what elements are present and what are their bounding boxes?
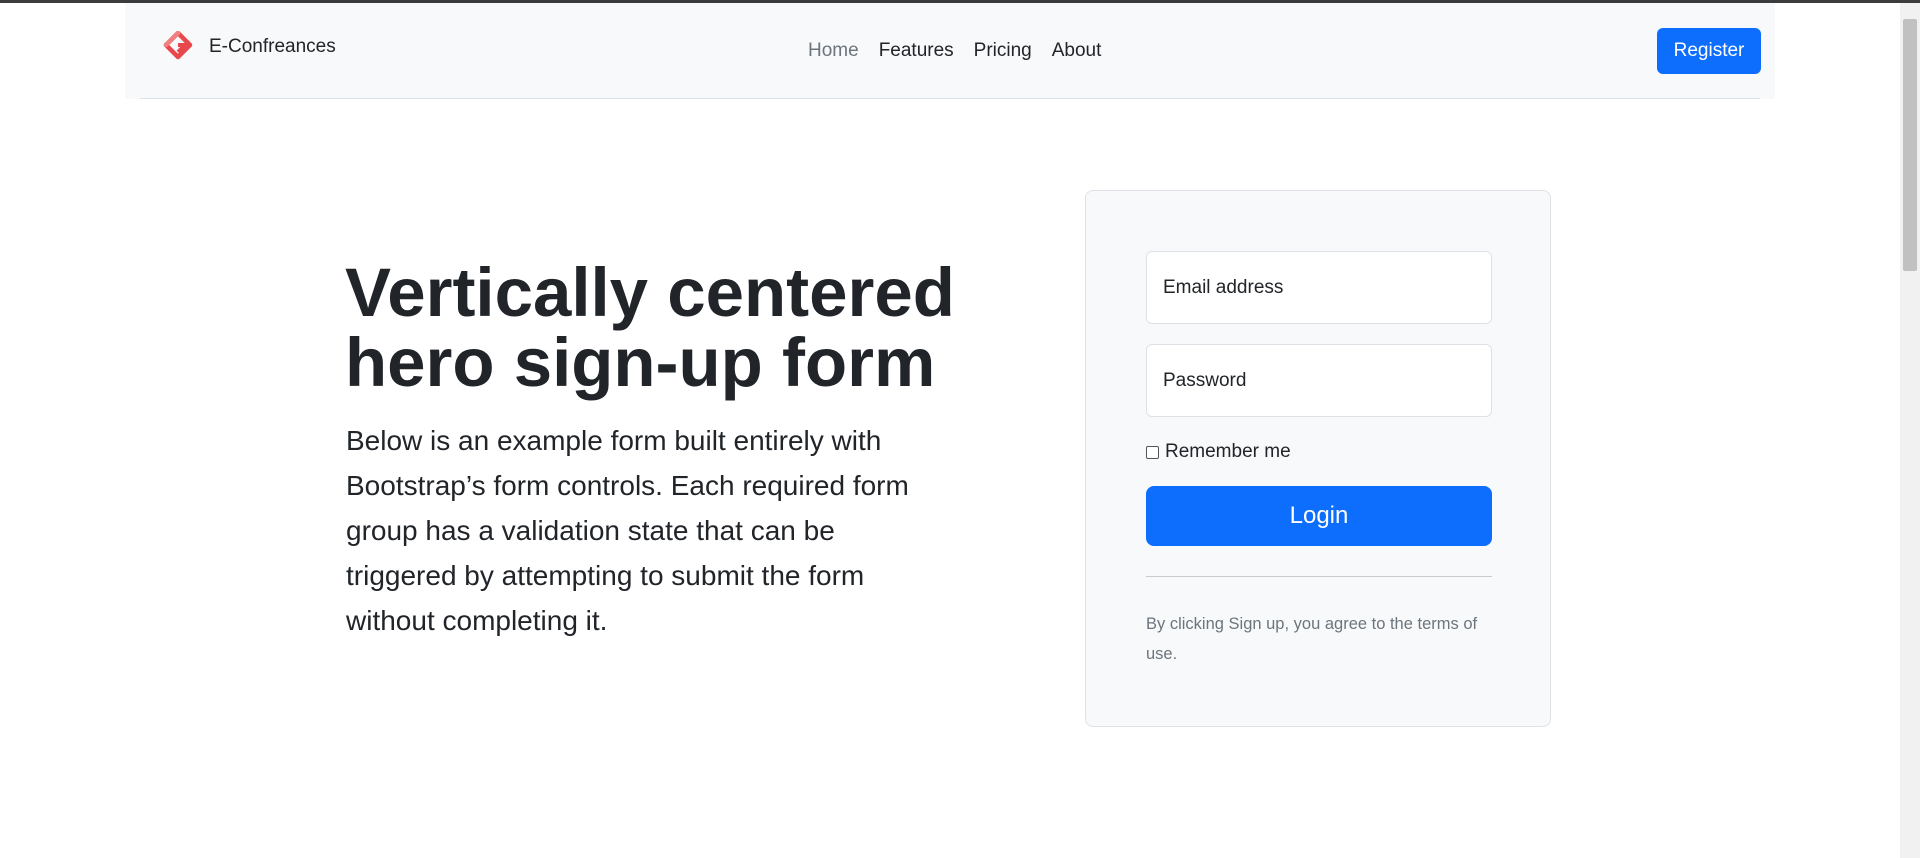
remember-me[interactable]: Remember me <box>1146 441 1291 463</box>
remember-me-checkbox[interactable] <box>1146 445 1159 459</box>
nav-link-features[interactable]: Features <box>869 40 964 62</box>
navbar: E-Confreances Home Features Pricing Abou… <box>125 3 1775 99</box>
navbar-divider <box>140 98 1760 99</box>
password-field[interactable]: Password <box>1146 344 1492 417</box>
email-field-label: Email address <box>1163 276 1284 298</box>
nav-links: Home Features Pricing About <box>798 40 1111 62</box>
nav-link-about[interactable]: About <box>1042 40 1112 62</box>
hero-lead-text: Below is an example form built entirely … <box>346 425 909 636</box>
signup-card: Email address Password Remember me Login… <box>1085 190 1551 727</box>
terms-text: By clicking Sign up, you agree to the te… <box>1146 615 1478 663</box>
form-divider <box>1146 576 1492 577</box>
password-field-label: Password <box>1163 369 1247 391</box>
nav-link-home[interactable]: Home <box>798 40 869 62</box>
page-scrollbar[interactable] <box>1900 3 1920 858</box>
brand-link[interactable]: E-Confreances <box>163 31 336 63</box>
hero-title: Vertically centered hero sign-up form <box>345 254 955 401</box>
nav-link-pricing[interactable]: Pricing <box>964 40 1042 62</box>
register-button[interactable]: Register <box>1657 28 1761 74</box>
remember-me-label: Remember me <box>1165 441 1291 462</box>
brand-logo-icon <box>163 31 193 60</box>
scrollbar-thumb[interactable] <box>1903 19 1917 271</box>
email-field[interactable]: Email address <box>1146 251 1492 324</box>
login-button[interactable]: Login <box>1146 486 1492 546</box>
brand-name: E-Confreances <box>209 36 336 57</box>
